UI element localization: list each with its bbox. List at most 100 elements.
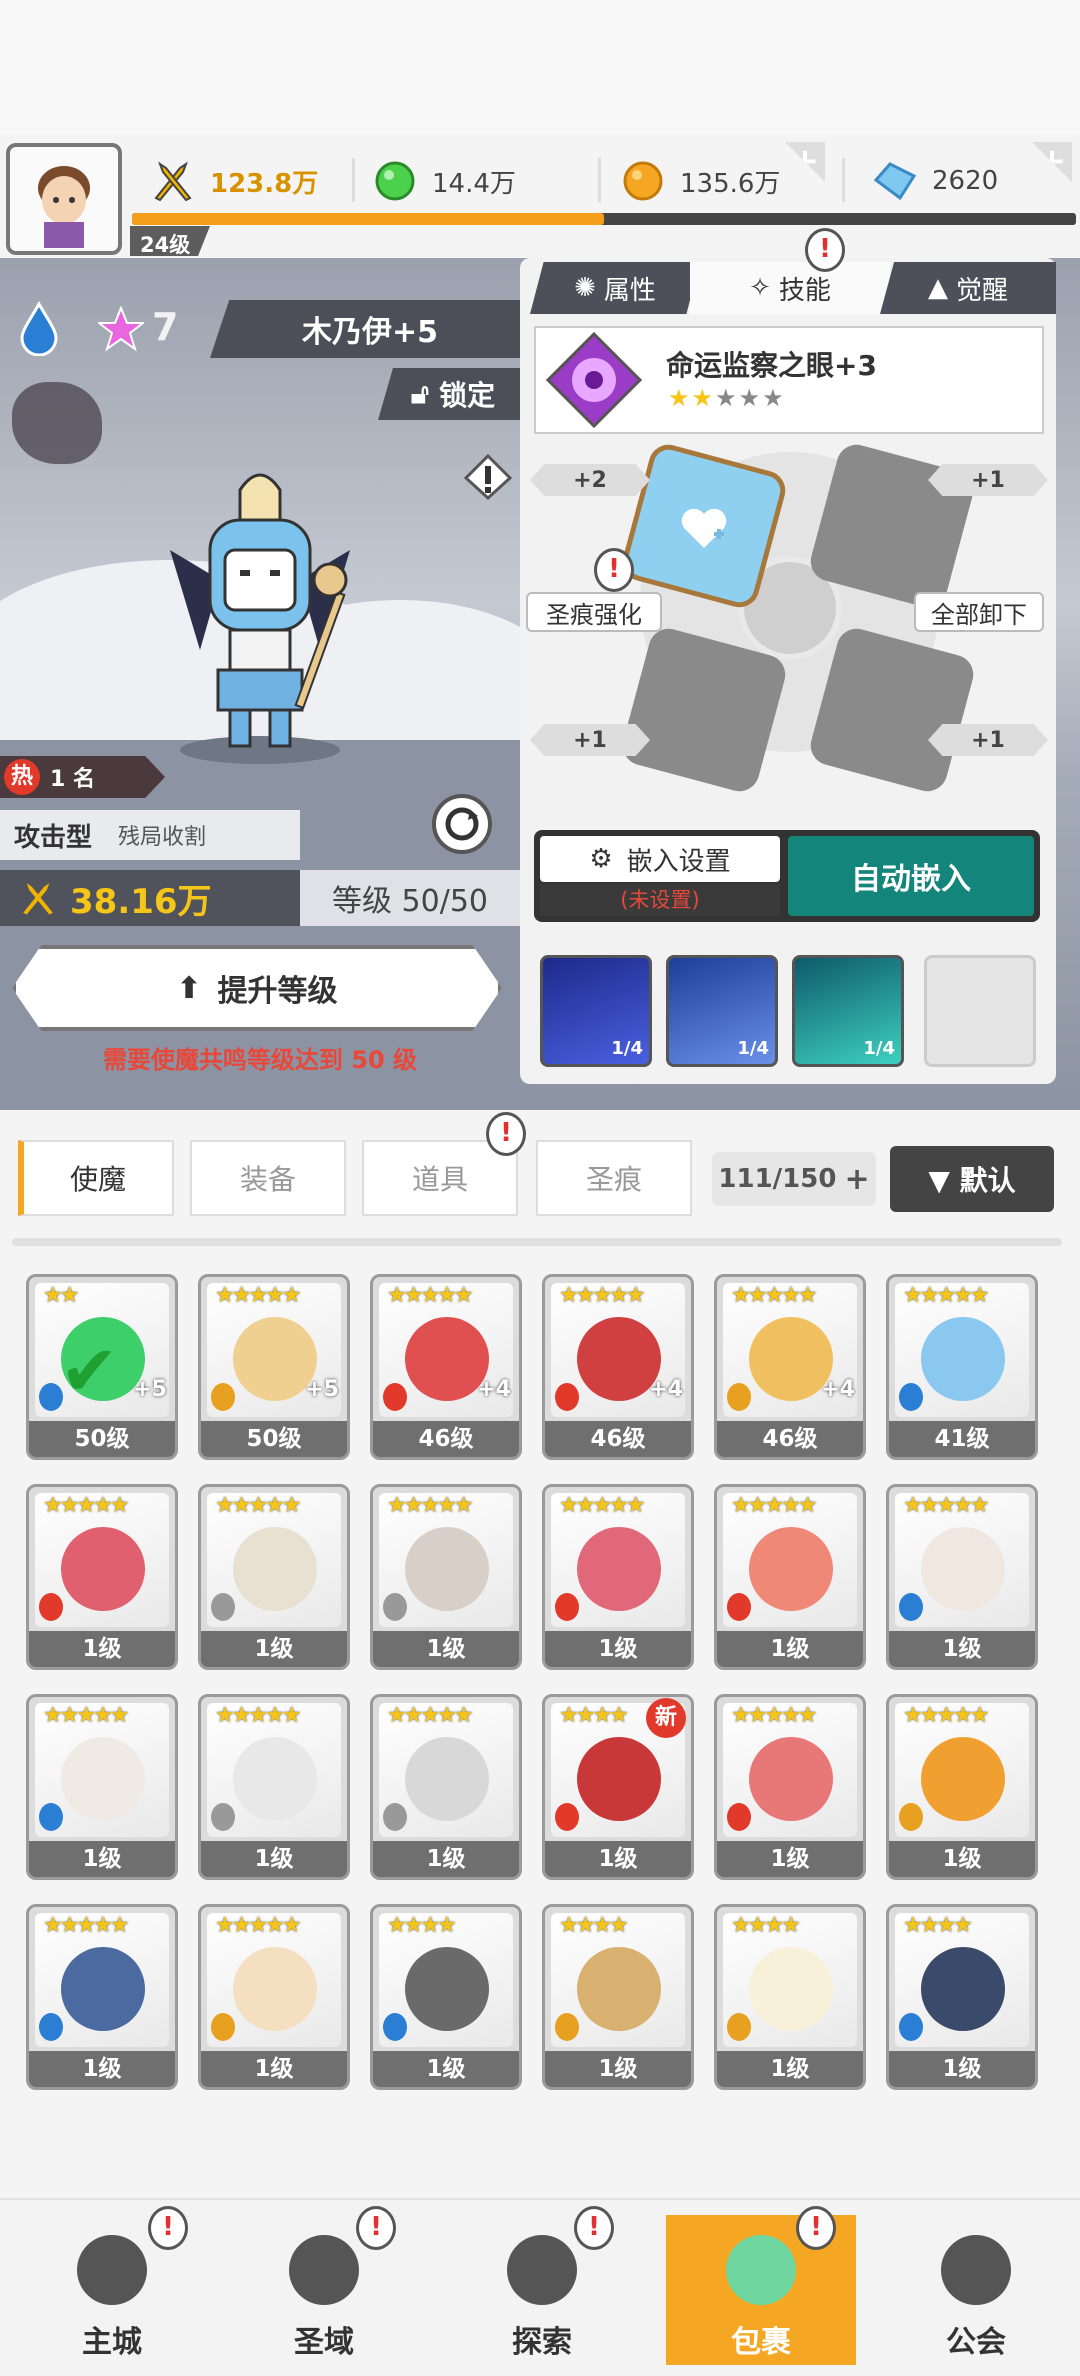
familiar-plus: +5: [133, 1377, 167, 1402]
familiar-stars: ★★★★: [559, 1703, 629, 1728]
familiar-level: 50级: [29, 1421, 175, 1457]
familiar-card[interactable]: ★★★★★ 1级: [886, 1484, 1038, 1670]
element-icon: [727, 2013, 751, 2041]
rune-slot[interactable]: 1/4: [540, 955, 652, 1067]
lock-button[interactable]: 🔓︎ 锁定: [378, 368, 528, 420]
rune-slot-empty[interactable]: [924, 955, 1036, 1067]
familiar-card[interactable]: ★★★★★ 1级: [198, 1484, 350, 1670]
arrow-up-icon: ⬆: [176, 970, 202, 1006]
element-icon: [39, 1593, 63, 1621]
familiar-card[interactable]: ★★★★★ 1级: [198, 1904, 350, 2090]
diamond-value: 2620: [932, 166, 999, 196]
tab-equipment[interactable]: 装备: [190, 1140, 346, 1216]
alert-icon[interactable]: [462, 452, 514, 502]
xp-bar-fill: [132, 213, 604, 225]
familiar-card[interactable]: ★★★★★ 1级: [542, 1484, 694, 1670]
avatar-portrait-icon: [38, 166, 90, 248]
awaken-icon: ▲: [927, 273, 948, 303]
embed-settings-button[interactable]: ⚙ 嵌入设置: [540, 836, 780, 882]
familiar-level: 1级: [545, 1631, 691, 1667]
sort-button[interactable]: ▼ 默认: [890, 1146, 1054, 1212]
nav-main-city-label: 主城: [82, 2325, 142, 2360]
rotate-view-icon[interactable]: [430, 792, 494, 856]
inventory-capacity: 111/150 +: [712, 1152, 876, 1206]
familiar-stars: ★★★★★: [215, 1913, 302, 1938]
familiar-level: 1级: [201, 2051, 347, 2087]
familiar-card[interactable]: ★★★★ 1级: [714, 1904, 866, 2090]
familiar-plus: +4: [649, 1377, 683, 1402]
familiar-stars: ★★★★: [731, 1913, 801, 1938]
element-icon: [899, 1593, 923, 1621]
familiar-card[interactable]: ★★★★ 1级: [370, 1904, 522, 2090]
familiar-stars: ★★★★: [903, 1913, 973, 1938]
familiar-face: [749, 1527, 833, 1611]
familiar-card[interactable]: ★★★★★ 1级: [26, 1904, 178, 2090]
sword-stone-icon: [507, 2235, 577, 2305]
element-icon: [211, 1383, 235, 1411]
gear-icon: ⚙: [589, 844, 613, 874]
familiar-card[interactable]: ★★★★★ 1级: [26, 1694, 178, 1880]
familiar-card[interactable]: ★★★★★ 1级: [714, 1484, 866, 1670]
upgrade-level-button[interactable]: ⬆ 提升等级: [12, 945, 502, 1031]
upgrade-warning: 需要使魔共鸣等级达到 50 级: [102, 1046, 418, 1074]
rune-slot[interactable]: 1/4: [666, 955, 778, 1067]
power-resource: 123.8万: [150, 150, 350, 212]
rune-slot[interactable]: 1/4: [792, 955, 904, 1067]
familiar-card[interactable]: ★★★★★ 41级: [886, 1274, 1038, 1460]
familiar-card[interactable]: ★★★★★ 1级: [198, 1694, 350, 1880]
player-level: 24级: [130, 226, 210, 256]
familiar-card[interactable]: ★★★★★ 1级: [886, 1694, 1038, 1880]
element-icon: [899, 2013, 923, 2041]
familiar-face: [921, 1527, 1005, 1611]
familiar-card[interactable]: ★★★★★ 1级: [26, 1484, 178, 1670]
tab-attributes[interactable]: ✺ 属性: [530, 262, 700, 314]
familiar-card[interactable]: ★★★★ 1级: [886, 1904, 1038, 2090]
expand-capacity-icon[interactable]: +: [844, 1162, 869, 1197]
hero-level: 等级 50/50: [300, 870, 520, 926]
hero-type: 攻击型: [14, 822, 93, 853]
nav-guild[interactable]: 公会: [896, 2215, 1056, 2365]
familiar-plus: +4: [821, 1377, 855, 1402]
familiar-card[interactable]: ★★★★★ +5 50级: [198, 1274, 350, 1460]
unload-all-button[interactable]: 全部卸下: [914, 592, 1044, 632]
element-icon: [555, 1803, 579, 1831]
inventory-scrollbar[interactable]: [12, 1238, 1062, 1246]
tab-stigmata[interactable]: 圣痕: [536, 1140, 692, 1216]
element-icon: [383, 1803, 407, 1831]
familiar-level: 1级: [717, 1841, 863, 1877]
rune-lock-icon[interactable]: [12, 382, 102, 464]
familiar-stars: ★★★★★: [43, 1493, 130, 1518]
familiar-level: 1级: [29, 1631, 175, 1667]
skills-alert-badge: !: [805, 228, 845, 272]
familiar-stars: ★★★★: [387, 1913, 457, 1938]
socket-bonus-top-left: +2: [530, 464, 650, 496]
familiar-stars: ★★★★★: [559, 1493, 646, 1518]
element-icon: [39, 1803, 63, 1831]
tab-familiars[interactable]: 使魔: [18, 1140, 174, 1216]
element-icon: [555, 1383, 579, 1411]
familiar-card[interactable]: ★★★★★ +4 46级: [714, 1274, 866, 1460]
familiar-stars: ★★★★★: [387, 1283, 474, 1308]
familiar-level: 46级: [545, 1421, 691, 1457]
familiar-card[interactable]: ★★★★★ +4 46级: [370, 1274, 522, 1460]
auto-embed-button[interactable]: 自动嵌入: [788, 836, 1034, 916]
familiar-card[interactable]: ★★★★★ 1级: [370, 1694, 522, 1880]
familiar-card[interactable]: ★★★★★ 1级: [714, 1694, 866, 1880]
hero-power: 38.16万: [70, 881, 212, 922]
familiar-face: [749, 1947, 833, 2031]
green-gem-resource: 14.4万: [372, 150, 582, 212]
tab-awaken[interactable]: ▲ 觉醒: [880, 262, 1056, 314]
nav-alert-badge: !: [148, 2206, 188, 2250]
element-icon: [211, 2013, 235, 2041]
tab-skills[interactable]: ✧ 技能: [690, 262, 890, 314]
element-icon: [383, 2013, 407, 2041]
status-bar-area: [0, 0, 1080, 135]
familiar-card[interactable]: ★★★★★ +4 46级: [542, 1274, 694, 1460]
familiar-level: 1级: [201, 1631, 347, 1667]
familiar-card[interactable]: ★★★★★ 1级: [370, 1484, 522, 1670]
familiar-card[interactable]: ★★★★ 1级: [542, 1904, 694, 2090]
strengthen-button[interactable]: 圣痕强化: [526, 592, 662, 632]
element-icon: [727, 1593, 751, 1621]
familiar-level: 46级: [373, 1421, 519, 1457]
swords-icon: [23, 883, 53, 915]
